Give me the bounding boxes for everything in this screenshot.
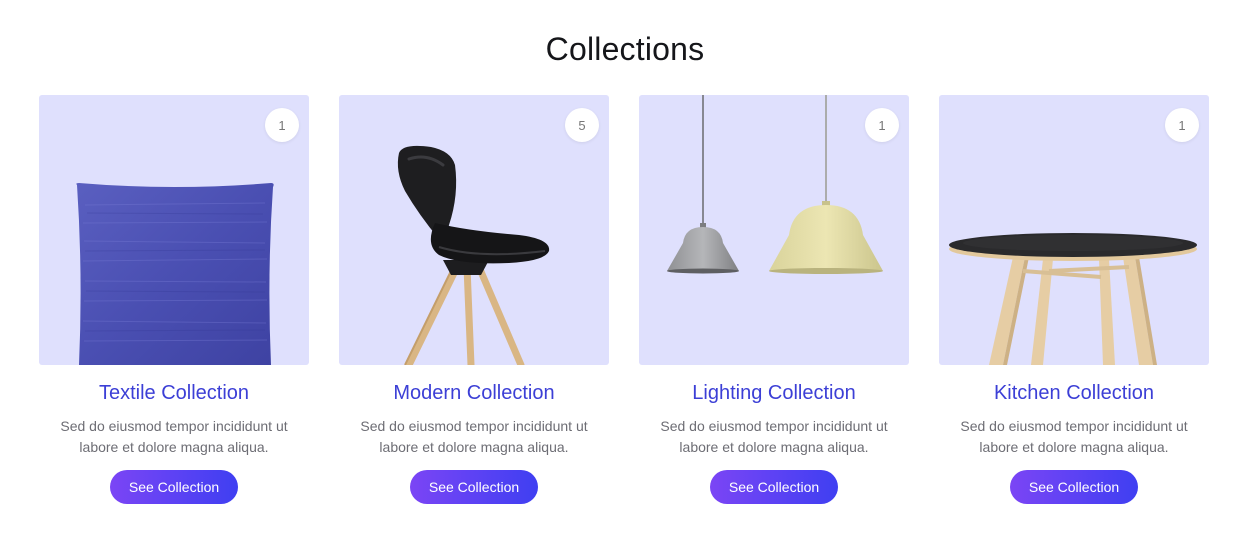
collection-card-textile: 1 Textile Collection Sed do eiusmod temp… <box>39 95 309 504</box>
see-collection-button[interactable]: See Collection <box>709 470 839 504</box>
collection-image-link[interactable]: 1 <box>39 95 309 365</box>
collection-description: Sed do eiusmod tempor incididunt ut labo… <box>660 418 888 455</box>
collections-section: Collections 1 Textile Collection Sed do … <box>0 0 1250 549</box>
collection-title[interactable]: Textile Collection <box>99 380 249 406</box>
collection-description: Sed do eiusmod tempor incididunt ut labo… <box>960 418 1188 455</box>
section-title: Collections <box>545 31 705 67</box>
see-collection-button[interactable]: See Collection <box>1009 470 1139 504</box>
collection-image-link[interactable]: 1 <box>939 95 1209 365</box>
collection-card-lighting: 1 Lighting Collection Sed do eiusmod tem… <box>639 95 909 504</box>
collection-title[interactable]: Lighting Collection <box>692 380 855 406</box>
collection-image-link[interactable]: 5 <box>339 95 609 365</box>
collection-card-kitchen: 1 Kitchen Collection Sed do eiusmod temp… <box>939 95 1209 504</box>
item-count-badge: 1 <box>865 108 899 142</box>
collection-image-link[interactable]: 1 <box>639 95 909 365</box>
collections-grid: 1 Textile Collection Sed do eiusmod temp… <box>39 95 1209 504</box>
collection-title[interactable]: Modern Collection <box>393 380 554 406</box>
item-count-badge: 5 <box>565 108 599 142</box>
see-collection-button[interactable]: See Collection <box>409 470 539 504</box>
collection-title[interactable]: Kitchen Collection <box>994 380 1154 406</box>
collection-description: Sed do eiusmod tempor incididunt ut labo… <box>60 418 288 455</box>
collection-card-modern: 5 Modern Collection Sed do eiusmod tempo… <box>339 95 609 504</box>
item-count-badge: 1 <box>265 108 299 142</box>
item-count-badge: 1 <box>1165 108 1199 142</box>
collection-description: Sed do eiusmod tempor incididunt ut labo… <box>360 418 588 455</box>
see-collection-button[interactable]: See Collection <box>109 470 239 504</box>
